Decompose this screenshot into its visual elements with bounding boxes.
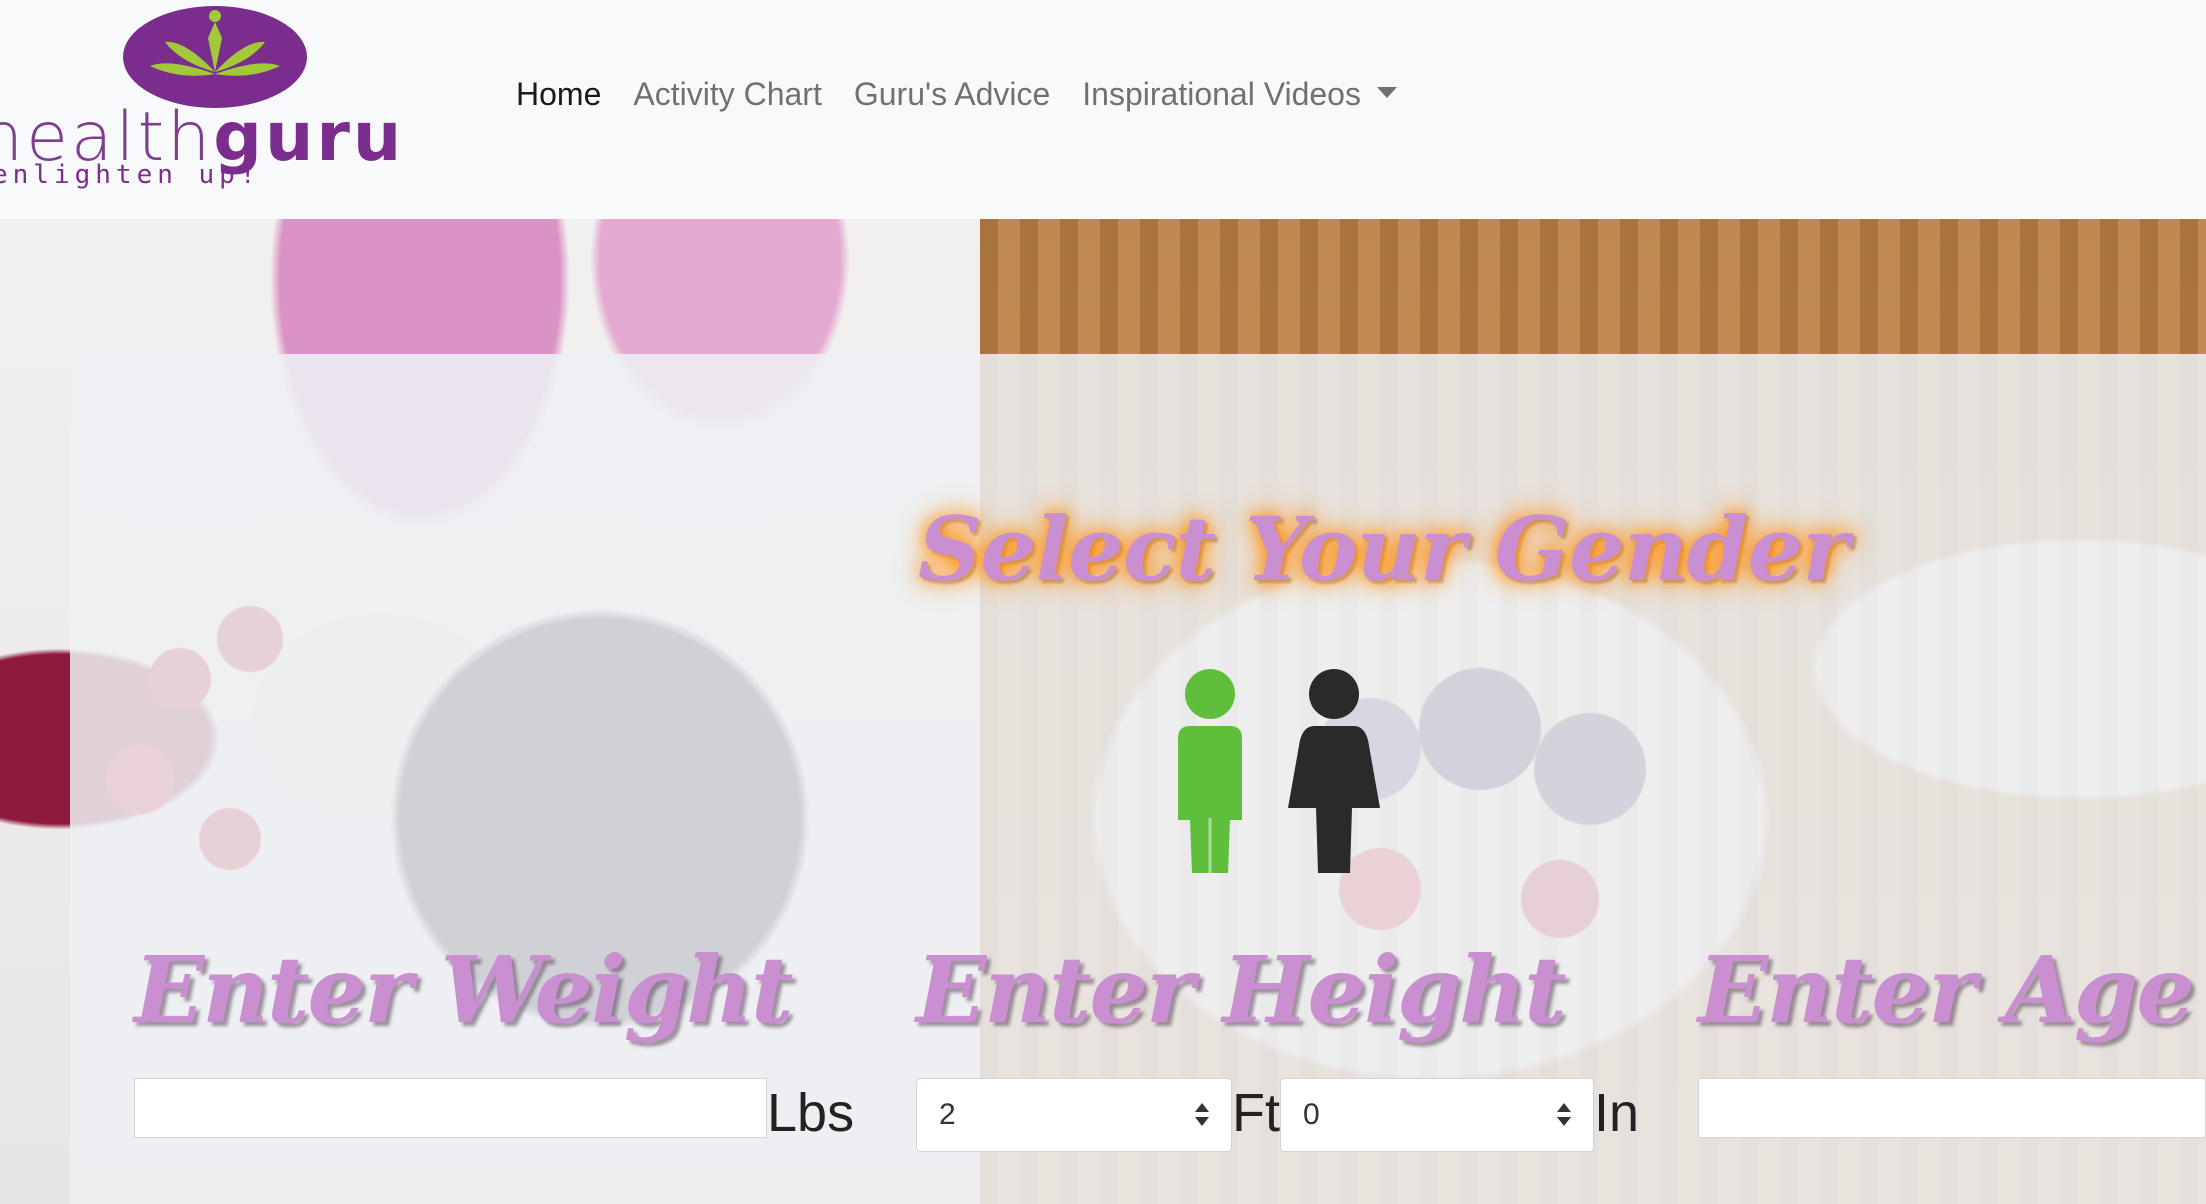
- height-feet-unit-label: Ft: [1232, 1083, 1280, 1143]
- height-feet-value: 2: [939, 1098, 956, 1131]
- chevron-down-icon: [1376, 87, 1397, 99]
- nav-links: Home Activity Chart Guru's Advice Inspir…: [516, 72, 1429, 116]
- select-arrows-icon: [1195, 1103, 1209, 1129]
- select-arrows-icon: [1557, 1103, 1571, 1129]
- female-figure-icon[interactable]: [1284, 668, 1384, 873]
- height-inches-value: 0: [1303, 1098, 1320, 1131]
- weight-label: Enter Weight: [134, 936, 794, 1044]
- nav-activity-chart[interactable]: Activity Chart: [633, 72, 821, 116]
- height-inches-select[interactable]: 0: [1280, 1078, 1594, 1152]
- lotus-logo-icon: [123, 6, 307, 108]
- healthguru-logo[interactable]: healthguru enlighten up!: [0, 0, 460, 190]
- height-inches-unit-label: In: [1594, 1083, 1640, 1143]
- weight-input[interactable]: [134, 1078, 767, 1138]
- nav-home[interactable]: Home: [516, 72, 601, 116]
- nav-inspirational-videos[interactable]: Inspirational Videos: [1082, 72, 1397, 116]
- height-label: Enter Height: [916, 936, 1567, 1044]
- logo-tagline: enlighten up!: [0, 160, 261, 190]
- age-input[interactable]: [1698, 1078, 2206, 1138]
- navbar: healthguru enlighten up! Home Activity C…: [0, 0, 2206, 219]
- form-panel: [70, 354, 2206, 1204]
- male-figure-icon[interactable]: [1170, 668, 1250, 873]
- gender-title: Select Your Gender: [918, 497, 1849, 601]
- age-label: Enter Age: [1698, 936, 2195, 1044]
- nav-gurus-advice[interactable]: Guru's Advice: [854, 72, 1050, 116]
- nav-inspirational-videos-label: Inspirational Videos: [1082, 76, 1361, 112]
- gender-selector: [1170, 668, 1385, 873]
- weight-unit-label: Lbs: [767, 1083, 855, 1143]
- height-feet-select[interactable]: 2: [916, 1078, 1232, 1152]
